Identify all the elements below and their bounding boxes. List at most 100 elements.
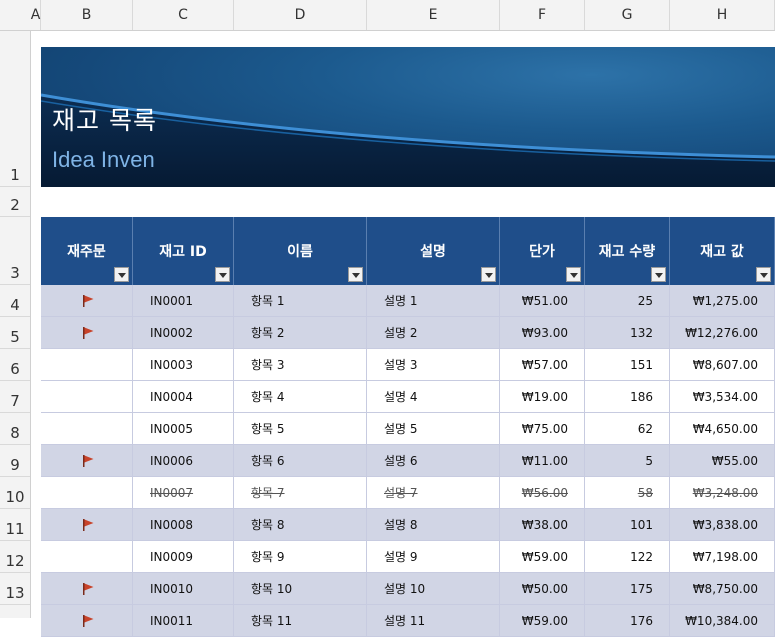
cell-name[interactable]: 항목 2 (234, 317, 367, 348)
cell-stock-qty[interactable]: 186 (585, 381, 670, 412)
cell-stock-value[interactable]: ₩8,607.00 (670, 349, 775, 380)
row-header-8[interactable]: 8 (0, 413, 30, 445)
cell-unit-price[interactable]: ₩59.00 (500, 541, 585, 572)
row-header-6[interactable]: 6 (0, 349, 30, 381)
cell-unit-price[interactable]: ₩51.00 (500, 285, 585, 316)
cell-description[interactable]: 설명 9 (367, 541, 500, 572)
column-header-f[interactable]: F (500, 0, 585, 30)
cell-name[interactable]: 항목 3 (234, 349, 367, 380)
filter-dropdown-icon[interactable] (215, 267, 230, 282)
cell-name[interactable]: 항목 6 (234, 445, 367, 476)
cell-stock-id[interactable]: IN0004 (133, 381, 234, 412)
row-header-12[interactable]: 12 (0, 541, 30, 573)
cell-description[interactable]: 설명 5 (367, 413, 500, 444)
table-row[interactable]: IN0006 항목 6 설명 6 ₩11.00 5 ₩55.00 (41, 445, 775, 477)
cell-stock-value[interactable]: ₩3,534.00 (670, 381, 775, 412)
cell-name[interactable]: 항목 9 (234, 541, 367, 572)
cell-stock-qty[interactable]: 101 (585, 509, 670, 540)
cell-name[interactable]: 항목 8 (234, 509, 367, 540)
cell-description[interactable]: 설명 10 (367, 573, 500, 604)
reorder-cell[interactable] (41, 445, 133, 476)
table-row[interactable]: IN0008 항목 8 설명 8 ₩38.00 101 ₩3,838.00 (41, 509, 775, 541)
row-header-3[interactable]: 3 (0, 217, 30, 285)
cell-stock-id[interactable]: IN0002 (133, 317, 234, 348)
cell-stock-value[interactable]: ₩55.00 (670, 445, 775, 476)
cell-stock-id[interactable]: IN0008 (133, 509, 234, 540)
reorder-cell[interactable] (41, 573, 133, 604)
cell-stock-value[interactable]: ₩3,838.00 (670, 509, 775, 540)
table-row[interactable]: IN0005 항목 5 설명 5 ₩75.00 62 ₩4,650.00 (41, 413, 775, 445)
cell-stock-id[interactable]: IN0001 (133, 285, 234, 316)
cell-unit-price[interactable]: ₩93.00 (500, 317, 585, 348)
cell-stock-value[interactable]: ₩10,384.00 (670, 605, 775, 636)
reorder-cell[interactable] (41, 285, 133, 316)
row-header-1[interactable]: 1 (0, 31, 30, 187)
cell-description[interactable]: 설명 1 (367, 285, 500, 316)
row-header-2[interactable]: 2 (0, 187, 30, 217)
cell-stock-qty[interactable]: 62 (585, 413, 670, 444)
filter-dropdown-icon[interactable] (114, 267, 129, 282)
cell-name[interactable]: 항목 1 (234, 285, 367, 316)
column-header-a[interactable]: A (31, 0, 41, 30)
column-header-e[interactable]: E (367, 0, 500, 30)
cell-description[interactable]: 설명 11 (367, 605, 500, 636)
cell-stock-qty[interactable]: 151 (585, 349, 670, 380)
cell-stock-id[interactable]: IN0011 (133, 605, 234, 636)
cell-unit-price[interactable]: ₩56.00 (500, 477, 585, 508)
column-header-g[interactable]: G (585, 0, 670, 30)
reorder-cell[interactable] (41, 413, 133, 444)
cell-stock-value[interactable]: ₩8,750.00 (670, 573, 775, 604)
table-row[interactable]: IN0009 항목 9 설명 9 ₩59.00 122 ₩7,198.00 (41, 541, 775, 573)
cell-stock-value[interactable]: ₩4,650.00 (670, 413, 775, 444)
cell-description[interactable]: 설명 4 (367, 381, 500, 412)
column-header-h[interactable]: H (670, 0, 775, 30)
row-header-7[interactable]: 7 (0, 381, 30, 413)
row-header-13[interactable]: 13 (0, 573, 30, 605)
filter-dropdown-icon[interactable] (756, 267, 771, 282)
filter-dropdown-icon[interactable] (481, 267, 496, 282)
cell-name[interactable]: 항목 4 (234, 381, 367, 412)
cell-name[interactable]: 항목 10 (234, 573, 367, 604)
cell-stock-id[interactable]: IN0005 (133, 413, 234, 444)
cell-description[interactable]: 설명 6 (367, 445, 500, 476)
cell-stock-qty[interactable]: 58 (585, 477, 670, 508)
reorder-cell[interactable] (41, 349, 133, 380)
filter-dropdown-icon[interactable] (566, 267, 581, 282)
cell-stock-qty[interactable]: 5 (585, 445, 670, 476)
cell-stock-qty[interactable]: 175 (585, 573, 670, 604)
cell-stock-value[interactable]: ₩7,198.00 (670, 541, 775, 572)
row-header-11[interactable]: 11 (0, 509, 30, 541)
cell-name[interactable]: 항목 11 (234, 605, 367, 636)
cell-unit-price[interactable]: ₩75.00 (500, 413, 585, 444)
cell-stock-qty[interactable]: 122 (585, 541, 670, 572)
table-row[interactable]: IN0002 항목 2 설명 2 ₩93.00 132 ₩12,276.00 (41, 317, 775, 349)
filter-dropdown-icon[interactable] (348, 267, 363, 282)
cell-unit-price[interactable]: ₩11.00 (500, 445, 585, 476)
column-header-d[interactable]: D (234, 0, 367, 30)
table-row[interactable]: IN0010 항목 10 설명 10 ₩50.00 175 ₩8,750.00 (41, 573, 775, 605)
cell-stock-id[interactable]: IN0010 (133, 573, 234, 604)
cell-stock-value[interactable]: ₩3,248.00 (670, 477, 775, 508)
cell-stock-id[interactable]: IN0003 (133, 349, 234, 380)
reorder-cell[interactable] (41, 317, 133, 348)
cell-description[interactable]: 설명 3 (367, 349, 500, 380)
row-header-4[interactable]: 4 (0, 285, 30, 317)
reorder-cell[interactable] (41, 509, 133, 540)
cell-name[interactable]: 항목 5 (234, 413, 367, 444)
cell-stock-value[interactable]: ₩1,275.00 (670, 285, 775, 316)
cell-stock-qty[interactable]: 176 (585, 605, 670, 636)
cell-description[interactable]: 설명 2 (367, 317, 500, 348)
column-header-b[interactable]: B (41, 0, 133, 30)
cell-stock-value[interactable]: ₩12,276.00 (670, 317, 775, 348)
cell-unit-price[interactable]: ₩59.00 (500, 605, 585, 636)
cell-stock-id[interactable]: IN0007 (133, 477, 234, 508)
reorder-cell[interactable] (41, 605, 133, 636)
cell-unit-price[interactable]: ₩50.00 (500, 573, 585, 604)
cell-description[interactable]: 설명 7 (367, 477, 500, 508)
table-row[interactable]: IN0007 항목 7 설명 7 ₩56.00 58 ₩3,248.00 (41, 477, 775, 509)
reorder-cell[interactable] (41, 477, 133, 508)
row-header-9[interactable]: 9 (0, 445, 30, 477)
table-row[interactable]: IN0003 항목 3 설명 3 ₩57.00 151 ₩8,607.00 (41, 349, 775, 381)
cell-unit-price[interactable]: ₩38.00 (500, 509, 585, 540)
cell-stock-qty[interactable]: 132 (585, 317, 670, 348)
